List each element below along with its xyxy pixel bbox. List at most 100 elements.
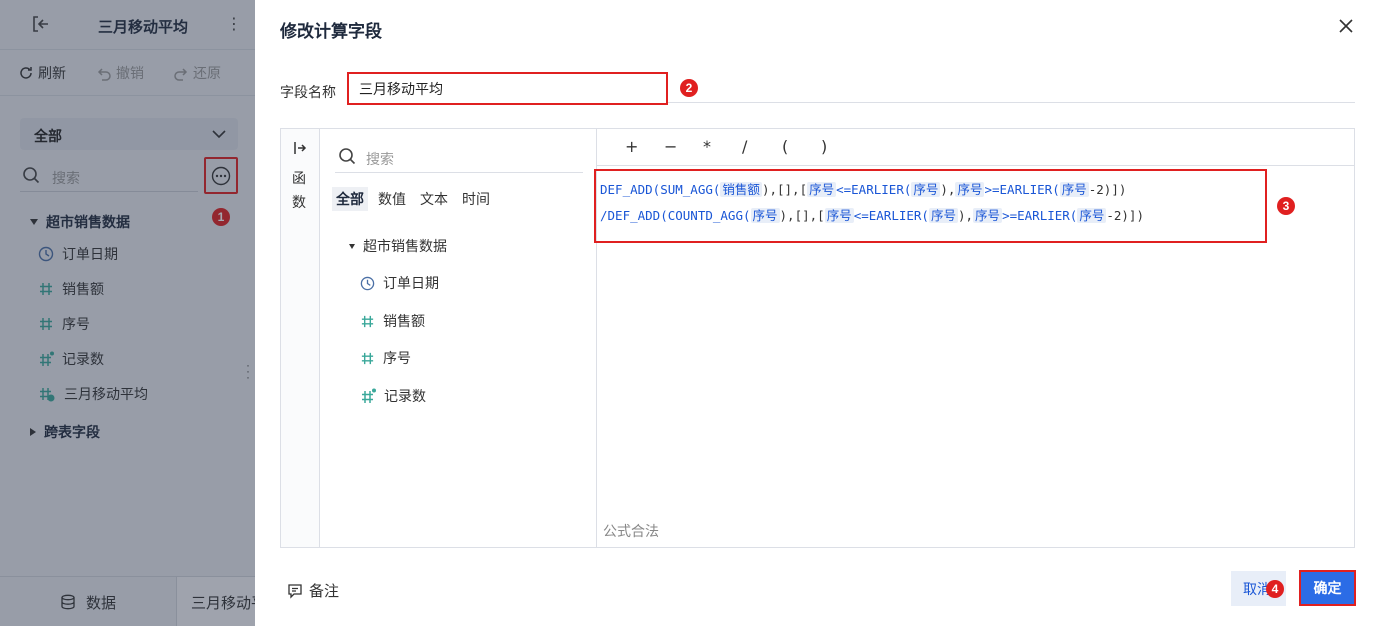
formula-field-token: 序号: [807, 182, 837, 197]
clock-icon: [38, 246, 54, 262]
operator-right-paren[interactable]: ): [821, 137, 827, 156]
annotation-badge-3: 3: [1277, 197, 1295, 215]
tab-all[interactable]: 全部: [332, 187, 368, 211]
left-search-input[interactable]: 搜索: [20, 160, 198, 192]
field-item-order-date[interactable]: 订单日期: [360, 273, 439, 293]
formula-text-token: -2)]): [1088, 182, 1127, 197]
dialog-title: 修改计算字段: [280, 22, 382, 41]
collapse-caret-icon: [30, 428, 36, 436]
formula-field-token: 序号: [1077, 208, 1107, 223]
more-horizontal-icon: [211, 166, 231, 186]
operator-bar: + − * / ( ): [597, 129, 1354, 166]
exit-icon[interactable]: [30, 14, 50, 34]
tree-field-order-date[interactable]: 订单日期: [38, 244, 118, 264]
expand-caret-icon: [349, 243, 355, 249]
redo-label: 还原: [193, 65, 221, 81]
redo-button[interactable]: 还原: [173, 63, 221, 83]
formula-field-token: 销售额: [720, 182, 762, 197]
formula-field-token: 序号: [824, 208, 854, 223]
formula-field-token: 序号: [955, 182, 985, 197]
field-item-label: 订单日期: [383, 275, 439, 291]
tree-field-label: 订单日期: [62, 246, 118, 262]
resize-handle[interactable]: · · ·: [246, 359, 250, 383]
tree-field-label: 销售额: [62, 281, 104, 297]
tree-field-record-count[interactable]: 记录数: [38, 349, 104, 369]
formula-field-token: 序号: [911, 182, 941, 197]
more-vertical-icon[interactable]: ⋮: [226, 14, 242, 34]
operator-divide[interactable]: /: [742, 137, 747, 156]
formula-input[interactable]: DEF_ADD(SUM_AGG(销售额),[],[序号 <=EARLIER(序号)…: [594, 169, 1267, 243]
formula-text-token: ),[],[: [761, 182, 808, 197]
operator-plus[interactable]: +: [625, 137, 638, 156]
tree-field-label: 序号: [62, 316, 90, 332]
formula-status: 公式合法: [603, 523, 659, 539]
search-icon: [339, 148, 356, 165]
comment-icon: [288, 583, 302, 599]
formula-line-2: /DEF_ADD(COUNTD_AGG(序号),[],[序号 <=EARLIER(…: [600, 205, 1144, 224]
tree-field-index[interactable]: 序号: [38, 314, 90, 334]
tree-field-moving-average[interactable]: 三月移动平均: [38, 384, 148, 404]
bottom-tab-bar: 数据 三月移动平均: [0, 576, 255, 626]
scope-select[interactable]: 全部: [20, 118, 238, 150]
formula-field-token: 序号: [928, 208, 958, 223]
field-item-record-count[interactable]: 记录数: [360, 386, 426, 406]
tree-group-supermarket[interactable]: 超市销售数据: [30, 212, 130, 232]
formula-field-token: 序号: [973, 208, 1003, 223]
note-button[interactable]: 备注: [287, 580, 339, 601]
tab-sheet-label: 三月移动平均: [191, 594, 255, 612]
operator-multiply[interactable]: *: [703, 137, 711, 156]
function-tab[interactable]: 函数: [281, 129, 320, 547]
confirm-button[interactable]: 确定: [1299, 570, 1356, 606]
formula-text-token: >=EARLIER(: [1002, 208, 1078, 223]
chevron-down-icon: [212, 130, 226, 139]
field-search-placeholder: 搜索: [366, 151, 394, 167]
formula-text-token: ),: [940, 182, 956, 197]
tree-field-label: 记录数: [62, 351, 104, 367]
refresh-button[interactable]: 刷新: [18, 63, 66, 83]
field-search-input[interactable]: 搜索: [335, 143, 583, 173]
field-options-button[interactable]: [204, 157, 238, 194]
clock-icon: [360, 276, 375, 290]
function-tab-label: 函数: [292, 170, 306, 210]
hash-icon: [361, 352, 374, 364]
operator-left-paren[interactable]: (: [782, 137, 788, 156]
field-name-input[interactable]: [347, 72, 668, 105]
annotation-badge-1: 1: [212, 208, 230, 226]
tab-sheet[interactable]: 三月移动平均: [176, 577, 255, 626]
undo-label: 撤销: [116, 65, 144, 81]
tree-group-cross-table[interactable]: 跨表字段: [30, 422, 100, 442]
tab-text[interactable]: 文本: [416, 187, 452, 211]
formula-text-token: <=EARLIER(: [853, 208, 929, 223]
hash-icon: [40, 283, 52, 295]
tree-field-sales[interactable]: 销售额: [38, 279, 104, 299]
field-item-index[interactable]: 序号: [360, 348, 411, 368]
operator-minus[interactable]: −: [664, 137, 677, 156]
refresh-label: 刷新: [38, 65, 66, 81]
close-icon[interactable]: [1338, 18, 1354, 34]
tab-time[interactable]: 时间: [458, 187, 494, 211]
search-icon: [23, 167, 40, 184]
divider: [668, 102, 1355, 103]
formula-text-token: /DEF_ADD(COUNTD_AGG(: [600, 208, 751, 223]
left-search-placeholder: 搜索: [52, 170, 80, 186]
hash-star-icon: [362, 388, 376, 403]
tab-data[interactable]: 数据: [0, 577, 176, 626]
tab-data-label: 数据: [85, 594, 116, 612]
database-icon: [61, 594, 75, 610]
field-tree-group[interactable]: 超市销售数据: [349, 236, 447, 256]
scope-select-value: 全部: [34, 128, 62, 144]
hash-star-icon: [40, 351, 54, 366]
annotation-badge-2: 2: [680, 79, 698, 97]
tab-numeric[interactable]: 数值: [374, 187, 410, 211]
field-item-sales[interactable]: 销售额: [360, 311, 425, 331]
formula-area: + − * / ( ) DEF_ADD(SUM_AGG(销售额),[],[序号 <…: [594, 129, 1354, 547]
undo-button[interactable]: 撤销: [96, 63, 144, 83]
formula-text-token: -2)]): [1106, 208, 1144, 223]
hash-calc-icon: [40, 388, 55, 402]
hash-icon: [40, 318, 52, 330]
note-label: 备注: [309, 583, 340, 600]
field-item-label: 序号: [383, 350, 411, 366]
tree-group-label: 超市销售数据: [46, 214, 130, 230]
formula-text-token: ),: [957, 208, 974, 223]
formula-text-token: >=EARLIER(: [984, 182, 1060, 197]
